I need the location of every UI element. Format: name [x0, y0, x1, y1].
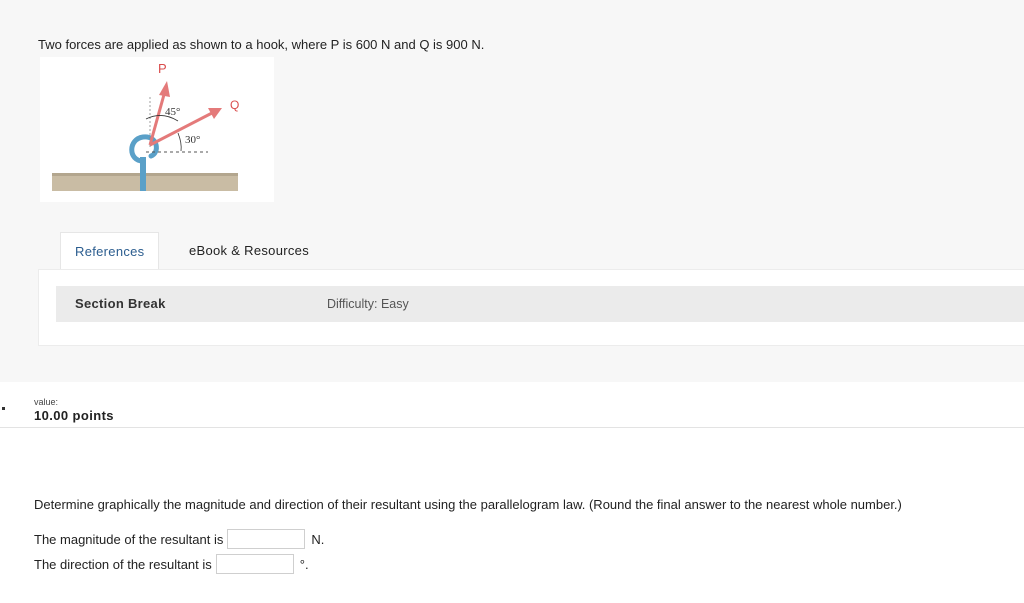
question-marker: [2, 407, 5, 410]
label-q: Q: [230, 98, 239, 112]
problem-region: Two forces are applied as shown to a hoo…: [0, 0, 1024, 382]
tab-references[interactable]: References: [60, 232, 160, 271]
angle-arc-30: [177, 132, 182, 152]
magnitude-answer-row: The magnitude of the resultant is N.: [34, 529, 324, 551]
value-label: value:: [34, 397, 59, 407]
force-q-line: [149, 111, 213, 147]
tab-ebook-resources[interactable]: eBook & Resources: [175, 232, 323, 270]
direction-input[interactable]: [215, 554, 294, 574]
label-p: P: [158, 61, 167, 76]
question-text: Determine graphically the magnitude and …: [34, 497, 902, 512]
label-angle-45: 45°: [165, 106, 180, 118]
direction-label: The direction of the resultant is: [34, 557, 212, 572]
direction-answer-row: The direction of the resultant is °.: [34, 554, 309, 576]
force-p-arrowhead: [159, 81, 170, 97]
divider: [0, 427, 1024, 428]
magnitude-input[interactable]: [227, 529, 306, 549]
hook-figure: P Q 45° 30°: [40, 57, 274, 202]
label-angle-30: 30°: [185, 134, 200, 146]
hook-diagram: P Q 45° 30°: [52, 61, 239, 191]
magnitude-label: The magnitude of the resultant is: [34, 532, 224, 547]
resource-tabs: References eBook & Resources: [38, 232, 1024, 271]
direction-unit: °.: [299, 557, 309, 572]
references-panel: Section Break Difficulty: Easy: [38, 269, 1024, 346]
section-break-label: Section Break: [75, 296, 166, 311]
magnitude-unit: N.: [311, 532, 325, 547]
problem-statement: Two forces are applied as shown to a hoo…: [38, 37, 485, 52]
section-break-row[interactable]: Section Break Difficulty: Easy: [56, 286, 1024, 322]
difficulty-label: Difficulty: Easy: [327, 297, 409, 311]
value-points: 10.00 points: [34, 408, 114, 423]
